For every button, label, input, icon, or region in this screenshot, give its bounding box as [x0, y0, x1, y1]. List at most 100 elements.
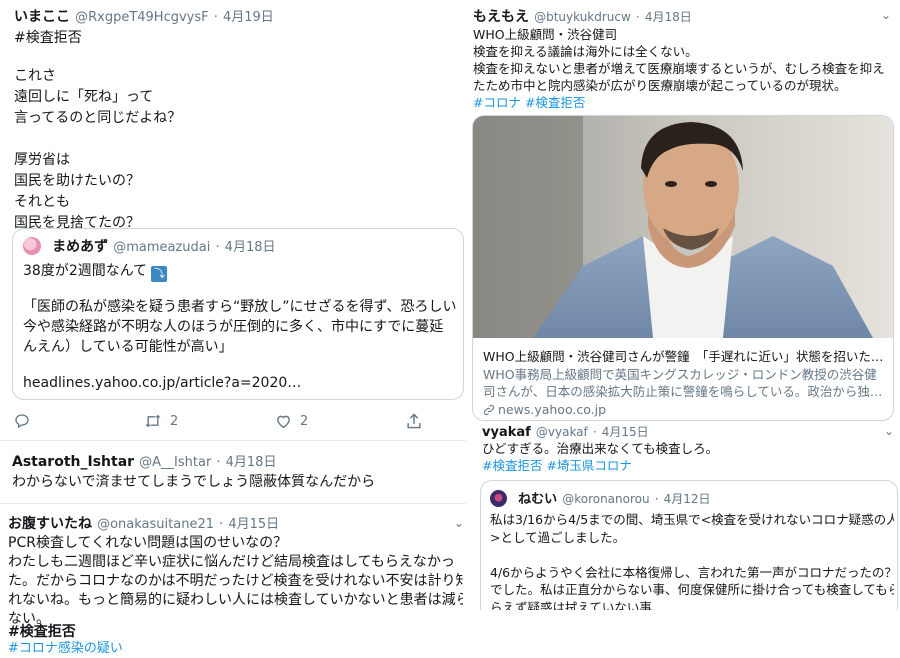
chevron-down-icon[interactable]: ⌄ [879, 8, 893, 22]
tweet3-line: た。だからコロナなのかは不明だったけど検査を受けれない不安は計り知 [8, 573, 463, 589]
tweet3-line: れないね。もっと簡易的に疑わしい人には検査していかないと患者は減ら [8, 592, 463, 608]
separator-dot: · [219, 517, 224, 532]
quoted-date[interactable]: 4月18日 [225, 240, 276, 255]
tweet2-author-name[interactable]: Astaroth_Ishtar [12, 454, 134, 470]
tweet3-header: お腹すいたね @onakasuitane21 · 4月15日 [8, 514, 279, 534]
tweet5-header: vyakaf @vyakaf · 4月15日 [482, 422, 649, 442]
retweet-count: 2 [170, 413, 179, 429]
tweet5-author-handle[interactable]: @vyakaf [536, 425, 588, 439]
card-description: WHO事務局上級顧問で英国キングスカレッジ・ロンドン教授の渋谷健 司さんが、日本… [483, 366, 887, 400]
tweet4-text: WHO上級顧問・渋谷健司 検査を抑える議論は海外には全くない。 検査を抑えないと… [473, 26, 893, 94]
quoted-link[interactable]: headlines.yahoo.co.jp/article?a=2020… [23, 373, 301, 393]
link-icon [483, 404, 495, 416]
tweet4-line: 検査を抑えないと患者が増えて医療崩壊するというが、むしろ検査を抑え [473, 61, 885, 76]
tweet1-line: それとも [14, 194, 70, 210]
like-button[interactable]: 2 [275, 413, 308, 429]
quoted-body: 私は3/16から4/5までの間、埼玉県で<検査を受けれないコロナ疑惑の人 >とし… [490, 511, 894, 610]
tweet3-line: PCR検査してくれない問題は国のせいなの？ [8, 535, 288, 551]
quoted-author-handle[interactable]: @mameazudai [113, 240, 210, 255]
card-title[interactable]: WHO上級顧問・渋谷健司さんが警鐘 「手遅れに近い」状態を招いた… [483, 348, 887, 365]
tweet5-text: ひどすぎる。治療出来なくても検査しろ。 [482, 441, 719, 456]
tweet1-line: 言ってるのと同じだよね？ [14, 110, 182, 126]
arrow-down-right-emoji-icon: ⤵ [151, 266, 168, 282]
tweet4-line: たため市中と院内感染が広がり医療崩壊が起こっているのが現状。 [473, 78, 847, 93]
tweet5-author-name[interactable]: vyakaf [482, 425, 531, 440]
separator-dot: · [216, 455, 221, 470]
share-button[interactable] [406, 412, 422, 430]
retweet-icon [144, 413, 162, 429]
reply-icon [14, 413, 30, 429]
tweet3-line: わたしも二週間ほど辛い症状に悩んだけど結局検査はしてもらえなかっ [8, 554, 455, 570]
tweet1-line [14, 129, 314, 150]
quoted-author-handle[interactable]: @koronanorou [562, 492, 649, 506]
quoted-tweet-header: まめあず @mameazudai · 4月18日 [23, 237, 276, 257]
tweet1-quoted-tweet[interactable]: まめあず @mameazudai · 4月18日 38度が2週間なんて ⤵ 「医… [12, 228, 464, 400]
retweet-button[interactable]: 2 [144, 413, 178, 429]
tweet5-date[interactable]: 4月15日 [602, 425, 649, 439]
avatar[interactable] [490, 490, 507, 507]
quoted-first-line: 38度が2週間なんて ⤵ [23, 261, 168, 282]
quoted-line: でした。私は正直分からない事、何度保健所に掛け合っても検査してもら [490, 582, 894, 597]
share-icon [406, 412, 422, 430]
quoted-line: 今や感染経路が不明な人のほうが圧倒的に多く、市中にすでに蔓延 [23, 319, 444, 335]
reply-button[interactable] [14, 413, 30, 429]
card-description-line: 司さんが、日本の感染拡大防止策に警鐘を鳴らしている。政治から独… [483, 384, 883, 399]
tweet2-date[interactable]: 4月18日 [226, 455, 277, 470]
tweet5-hashtags[interactable]: #検査拒否 #埼玉県コロナ [482, 457, 632, 474]
tweet4-author-name[interactable]: もえもえ [473, 9, 529, 25]
quoted-line [490, 546, 894, 564]
quoted-date[interactable]: 4月12日 [664, 492, 711, 506]
separator-dot: · [635, 10, 640, 24]
tweet4-hashtags[interactable]: #コロナ #検査拒否 [473, 94, 585, 111]
quoted-body: 「医師の私が感染を疑う患者すら“野放し”にせざるを得ず、恐ろしい 今や感染経路が… [23, 297, 463, 357]
quoted-author-name[interactable]: ねむい [518, 492, 557, 507]
quoted-line: んえん）している可能性が高い」 [23, 339, 233, 355]
tweet1-author-handle[interactable]: @RxgpeT49HcgvysF [75, 10, 209, 25]
tweet3-hashtag[interactable]: #検査拒否 [8, 622, 76, 642]
news-photo [473, 116, 893, 338]
tweet1-line: これさ [14, 68, 56, 84]
tweet3-line: ない。 [8, 611, 50, 627]
quoted-author-name[interactable]: まめあず [52, 239, 108, 255]
avatar[interactable] [23, 237, 41, 255]
divider [0, 440, 466, 441]
chevron-down-icon[interactable]: ⌄ [882, 424, 896, 438]
tweet1-date[interactable]: 4月19日 [223, 10, 274, 25]
tweet2-header: Astaroth_Ishtar @A__Ishtar · 4月18日 [12, 452, 276, 472]
like-count: 2 [300, 413, 309, 429]
tweet4-line: 検査を抑える議論は海外には全くない。 [473, 44, 698, 59]
separator-dot: · [592, 425, 597, 439]
tweet1-text: これさ 遠回しに「死ね」って 言ってるのと同じだよね？ 厚労省は 国民を助けたい… [14, 66, 314, 234]
tweet1-header: いまここ @RxgpeT49HcgvysF · 4月19日 [14, 7, 274, 27]
tweet5-quoted-tweet[interactable]: ねむい @koronanorou · 4月12日 私は3/16から4/5までの間… [480, 480, 898, 610]
card-domain[interactable]: news.yahoo.co.jp [498, 402, 606, 418]
tweet3-author-handle[interactable]: @onakasuitane21 [97, 517, 214, 532]
separator-dot: · [213, 10, 218, 25]
quoted-line: らえず疑惑は拭えていない事、 [490, 599, 665, 611]
chevron-down-icon[interactable]: ⌄ [452, 516, 466, 530]
tweet2-author-handle[interactable]: @A__Ishtar [139, 455, 211, 470]
separator-dot: · [654, 492, 659, 506]
tweet4-date[interactable]: 4月18日 [645, 10, 692, 24]
tweet4-author-handle[interactable]: @btuykukdrucw [534, 10, 631, 24]
tweet3-date[interactable]: 4月15日 [228, 517, 279, 532]
tweet1-line: 厚労省は [14, 152, 70, 168]
quoted-line: 私は3/16から4/5までの間、埼玉県で<検査を受けれないコロナ疑惑の人 [490, 512, 894, 527]
tweet1-line: 国民を助けたいの？ [14, 173, 140, 189]
tweet1-author-name[interactable]: いまここ [14, 9, 70, 25]
card-description-line: WHO事務局上級顧問で英国キングスカレッジ・ロンドン教授の渋谷健 [483, 367, 877, 382]
tweet4-line: WHO上級顧問・渋谷健司 [473, 27, 618, 42]
tweet3-author-name[interactable]: お腹すいたね [8, 516, 92, 532]
heart-icon [275, 413, 292, 429]
quoted-tweet-header: ねむい @koronanorou · 4月12日 [490, 489, 711, 509]
divider [0, 503, 466, 504]
quoted-line: >として過ごしました。 [490, 529, 626, 545]
tweet3-hashtag[interactable]: #コロナ感染の疑い [8, 640, 123, 657]
tweet1-line: 遠回しに「死ね」って [14, 89, 154, 105]
quoted-line: 4/6からようやく会社に本格復帰し、言われた第一声がコロナだったの？ [490, 564, 894, 580]
tweet4-link-card[interactable]: WHO上級顧問・渋谷健司さんが警鐘 「手遅れに近い」状態を招いた… WHO事務局… [472, 115, 894, 421]
quoted-line: 「医師の私が感染を疑う患者すら“野放し”にせざるを得ず、恐ろしい [23, 299, 457, 315]
separator-dot: · [215, 240, 220, 255]
tweet3-text: PCR検査してくれない問題は国のせいなの？ わたしも二週間ほど辛い症状に悩んだけ… [8, 533, 463, 628]
tweet1-hashtag[interactable]: #検査拒否 [14, 28, 82, 48]
